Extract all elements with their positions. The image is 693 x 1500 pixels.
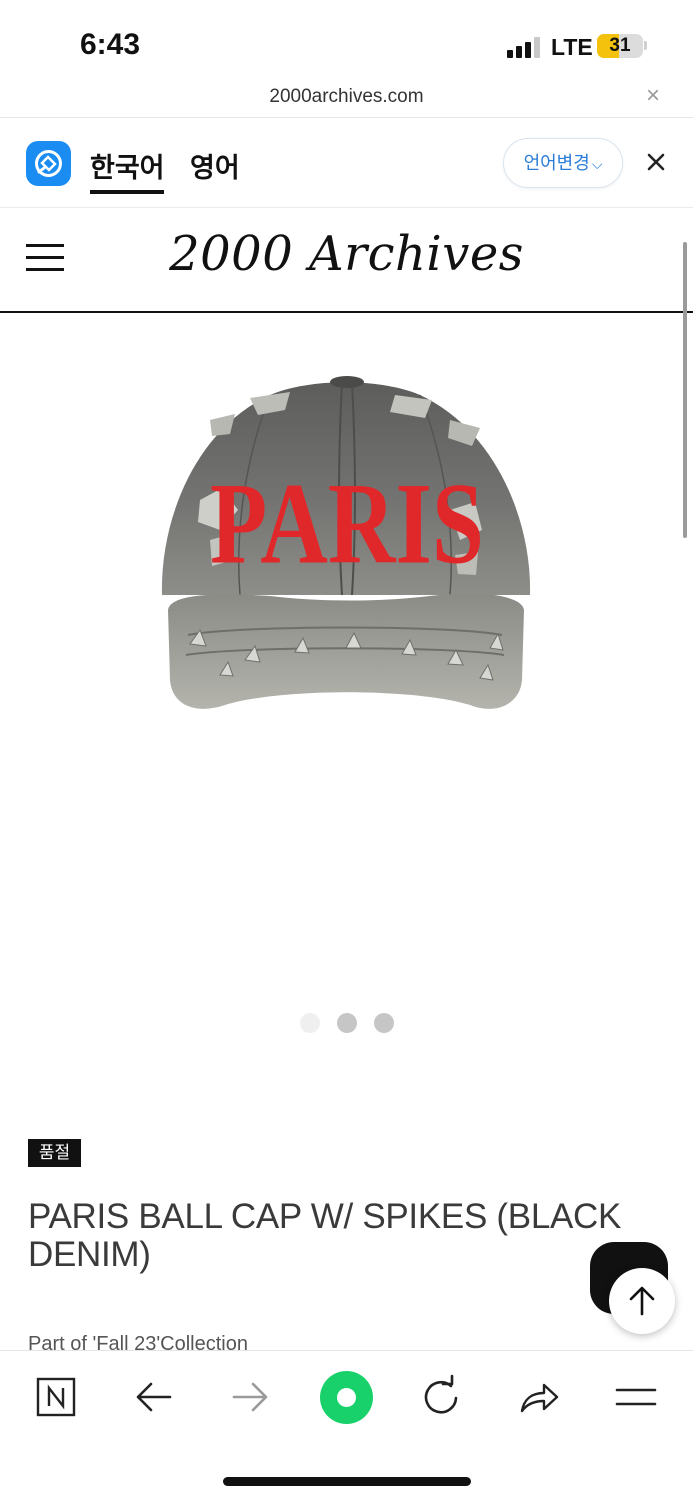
soldout-badge: 품절 bbox=[28, 1139, 81, 1167]
tab-underline bbox=[90, 190, 164, 194]
translate-bar: 한국어 영어 언어변경 ⌵ bbox=[0, 118, 693, 208]
menu-icon[interactable] bbox=[610, 1371, 662, 1423]
cap-paris-text: PARIS bbox=[210, 459, 484, 588]
back-arrow-icon[interactable] bbox=[128, 1371, 180, 1423]
scrollbar[interactable] bbox=[683, 242, 687, 538]
naver-home-icon[interactable] bbox=[30, 1371, 82, 1423]
reload-icon[interactable] bbox=[415, 1371, 467, 1423]
chevron-down-icon: ⌵ bbox=[591, 156, 603, 172]
product-title: PARIS BALL CAP W/ SPIKES (BLACK DENIM) bbox=[28, 1197, 622, 1274]
status-time: 6:43 bbox=[80, 28, 141, 61]
home-indicator[interactable] bbox=[223, 1477, 471, 1486]
site-logo[interactable]: 2000 Archives bbox=[0, 226, 693, 282]
scroll-to-top-button[interactable] bbox=[609, 1268, 675, 1334]
browser-toolbar bbox=[0, 1350, 693, 1500]
battery-tip bbox=[644, 41, 647, 50]
network-type: LTE bbox=[551, 34, 593, 60]
carousel-dot-2[interactable] bbox=[337, 1013, 357, 1033]
battery-level: 31 bbox=[609, 35, 631, 56]
share-icon[interactable] bbox=[512, 1371, 564, 1423]
address-bar[interactable]: 2000archives.com × bbox=[0, 80, 693, 118]
change-language-button[interactable]: 언어변경 ⌵ bbox=[503, 138, 623, 188]
carousel-dots bbox=[0, 1013, 693, 1033]
url-text[interactable]: 2000archives.com bbox=[0, 86, 693, 108]
close-icon[interactable]: × bbox=[646, 84, 660, 108]
change-language-label: 언어변경 bbox=[523, 153, 590, 173]
product-image[interactable]: PARIS bbox=[150, 370, 540, 725]
forward-arrow-icon[interactable] bbox=[224, 1371, 276, 1423]
papago-icon[interactable] bbox=[26, 141, 71, 186]
carousel-dot-3[interactable] bbox=[374, 1013, 394, 1033]
carousel-dot-1[interactable] bbox=[300, 1013, 320, 1033]
tab-target-language[interactable]: 영어 bbox=[190, 146, 240, 185]
battery-icon: 31 bbox=[597, 34, 643, 58]
green-action-button[interactable] bbox=[320, 1371, 373, 1424]
status-bar: 6:43 LTE 31 bbox=[0, 0, 693, 80]
signal-icon bbox=[507, 36, 541, 58]
tab-source-language[interactable]: 한국어 bbox=[90, 146, 165, 185]
arrow-up-icon bbox=[629, 1286, 655, 1316]
close-translate-icon[interactable] bbox=[640, 146, 672, 178]
site-header: 2000 Archives bbox=[0, 208, 693, 313]
